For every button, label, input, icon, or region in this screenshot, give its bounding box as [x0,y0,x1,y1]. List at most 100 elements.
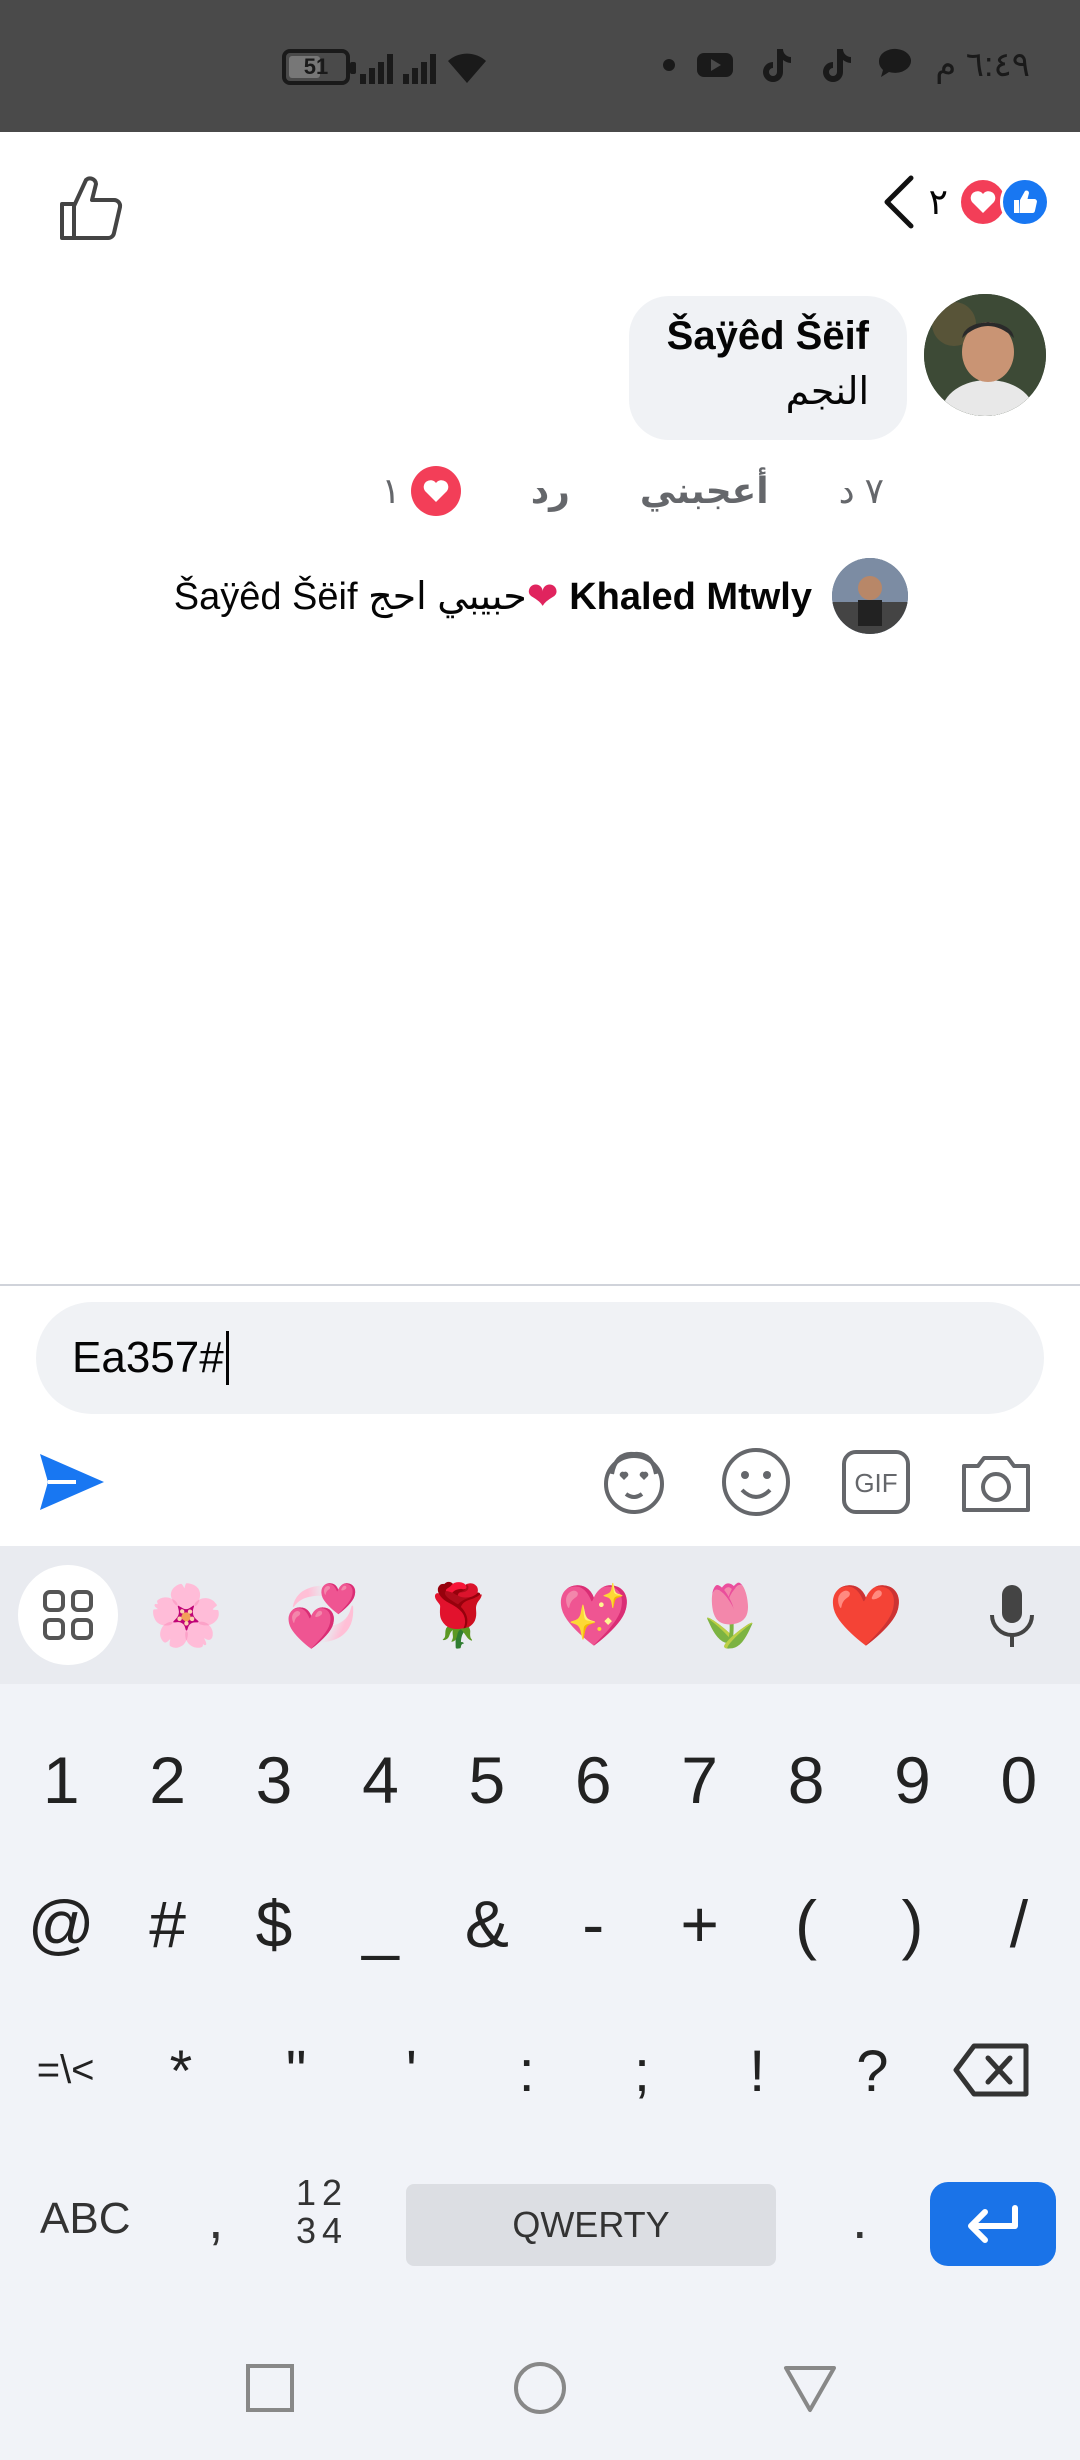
emoji-suggestion[interactable]: 🌹 [390,1580,526,1651]
key[interactable]: 0 [966,1742,1072,1818]
space-key[interactable]: QWERTY [406,2184,776,2266]
gif-icon[interactable]: GIF [838,1444,914,1520]
wifi-icon [448,53,486,83]
key[interactable]: ' [354,2038,469,2105]
key[interactable]: @ [8,1886,114,1962]
send-icon[interactable] [36,1446,108,1518]
emoji-suggestion[interactable]: 🌸 [118,1580,254,1651]
comment-input[interactable]: Ea357# [36,1302,1044,1414]
keyboard-suggestions: 🌸 💞 🌹 💖 🌷 ❤️ [0,1546,1080,1684]
reactions-summary[interactable]: ٢ [879,172,1050,232]
emoji-icon[interactable] [718,1444,794,1520]
key[interactable]: / [966,1886,1072,1962]
battery-icon: 51 [282,49,356,85]
comment-reactions[interactable]: ١ [381,466,461,516]
signal-icon-2 [403,50,436,84]
comment-actions: ٧ د أعجبني رد ١ [381,466,884,516]
key[interactable]: 8 [753,1742,859,1818]
comma-key[interactable]: , [208,2186,224,2251]
text-caret [225,1331,229,1385]
signal-icon [360,50,393,84]
reply-avatar[interactable] [832,558,908,634]
key[interactable]: 1 [8,1742,114,1818]
composer-divider [0,1284,1080,1286]
key[interactable]: & [434,1886,540,1962]
reply-mention: Šaÿêd Šëif [173,575,358,618]
youtube-icon [697,53,734,77]
back-chevron-icon[interactable] [879,172,919,232]
thumbs-up-icon[interactable] [52,168,132,248]
key[interactable]: 7 [646,1742,752,1818]
svg-text:GIF: GIF [854,1468,897,1498]
key[interactable]: ) [859,1886,965,1962]
key[interactable]: =\< [8,2038,123,2105]
avatar[interactable] [924,294,1046,416]
key[interactable]: * [123,2038,238,2105]
key[interactable]: 9 [859,1742,965,1818]
camera-icon[interactable] [958,1444,1034,1520]
reaction-total: ٢ [928,181,948,222]
key[interactable]: _ [327,1886,433,1962]
key[interactable]: : [469,2038,584,2105]
key[interactable]: ! [700,2038,815,2105]
status-bar: 51 ٦:٤٩ م [0,0,1080,132]
tiktok-icon-2 [823,49,852,82]
emoji-suggestion[interactable]: 💞 [254,1580,390,1651]
key[interactable]: ; [584,2038,699,2105]
enter-key[interactable] [930,2182,1056,2266]
key[interactable]: " [239,2038,354,2105]
status-left: 51 [282,42,488,92]
numpad-key-bottom: 34 [296,2210,349,2251]
key[interactable]: + [646,1886,752,1962]
key[interactable]: ? [815,2038,930,2105]
apps-grid-icon[interactable] [18,1565,118,1665]
numpad-key-top: 12 [296,2172,349,2213]
reply-link[interactable]: رد [531,470,570,512]
red-heart-icon: ❤ [526,573,559,618]
comment-text: النجم [785,371,869,413]
status-right: ٦:٤٩ م [663,40,1030,90]
reply-preview-text: Khaled Mtwly ❤حبيبي احج Šaÿêd Šëif [174,574,812,619]
period-key[interactable]: . [852,2186,868,2251]
comment-reaction-count: ١ [381,470,401,511]
key[interactable]: $ [221,1886,327,1962]
emoji-suggestion[interactable]: 💖 [526,1580,662,1651]
avatar-sticker-icon[interactable] [596,1444,672,1520]
key[interactable]: 3 [221,1742,327,1818]
back-icon[interactable] [782,2360,838,2416]
numpad-key[interactable]: 12 34 [296,2174,348,2250]
key[interactable]: 6 [540,1742,646,1818]
key[interactable]: # [114,1886,220,1962]
recents-icon[interactable] [242,2360,298,2416]
key[interactable]: ( [753,1886,859,1962]
key[interactable]: 4 [327,1742,433,1818]
comment-time: ٧ د [838,470,884,511]
backspace-icon[interactable] [952,2040,1032,2100]
key[interactable]: - [540,1886,646,1962]
reply-preview[interactable]: Khaled Mtwly ❤حبيبي احج Šaÿêd Šëif [174,558,908,634]
comments-header: ٢ [0,132,1080,272]
keyboard-row-punct: =\< * " ' : ; ! ? [0,2038,1080,2105]
key[interactable]: 2 [114,1742,220,1818]
abc-key[interactable]: ABC [40,2194,130,2244]
enter-arrow-icon [968,2205,1018,2243]
system-nav-bar [0,2320,1080,2460]
keyboard-row-numbers: 1 2 3 4 5 6 7 8 9 0 [0,1742,1080,1818]
comment-author[interactable]: Šaÿêd Šëif [667,314,869,359]
emoji-suggestion[interactable]: ❤️ [798,1580,934,1651]
like-reaction-icon [1000,177,1050,227]
composer-toolbar: GIF [0,1432,1080,1532]
microphone-icon[interactable] [972,1575,1052,1655]
home-icon[interactable] [512,2360,568,2416]
status-time: ٦:٤٩ م [935,46,1030,84]
emoji-suggestion[interactable]: 🌷 [662,1580,798,1651]
heart-reaction-icon [410,466,461,516]
reply-author: Khaled Mtwly [569,575,812,618]
keyboard-row-symbols: @ # $ _ & - + ( ) / [0,1886,1080,1962]
comment-bubble: Šaÿêd Šëif النجم [628,296,907,440]
key[interactable]: 5 [434,1742,540,1818]
tiktok-icon [763,49,792,82]
comment-input-value: Ea357# [72,1333,224,1382]
notification-dot-icon [663,59,676,71]
like-link[interactable]: أعجبني [640,470,769,512]
